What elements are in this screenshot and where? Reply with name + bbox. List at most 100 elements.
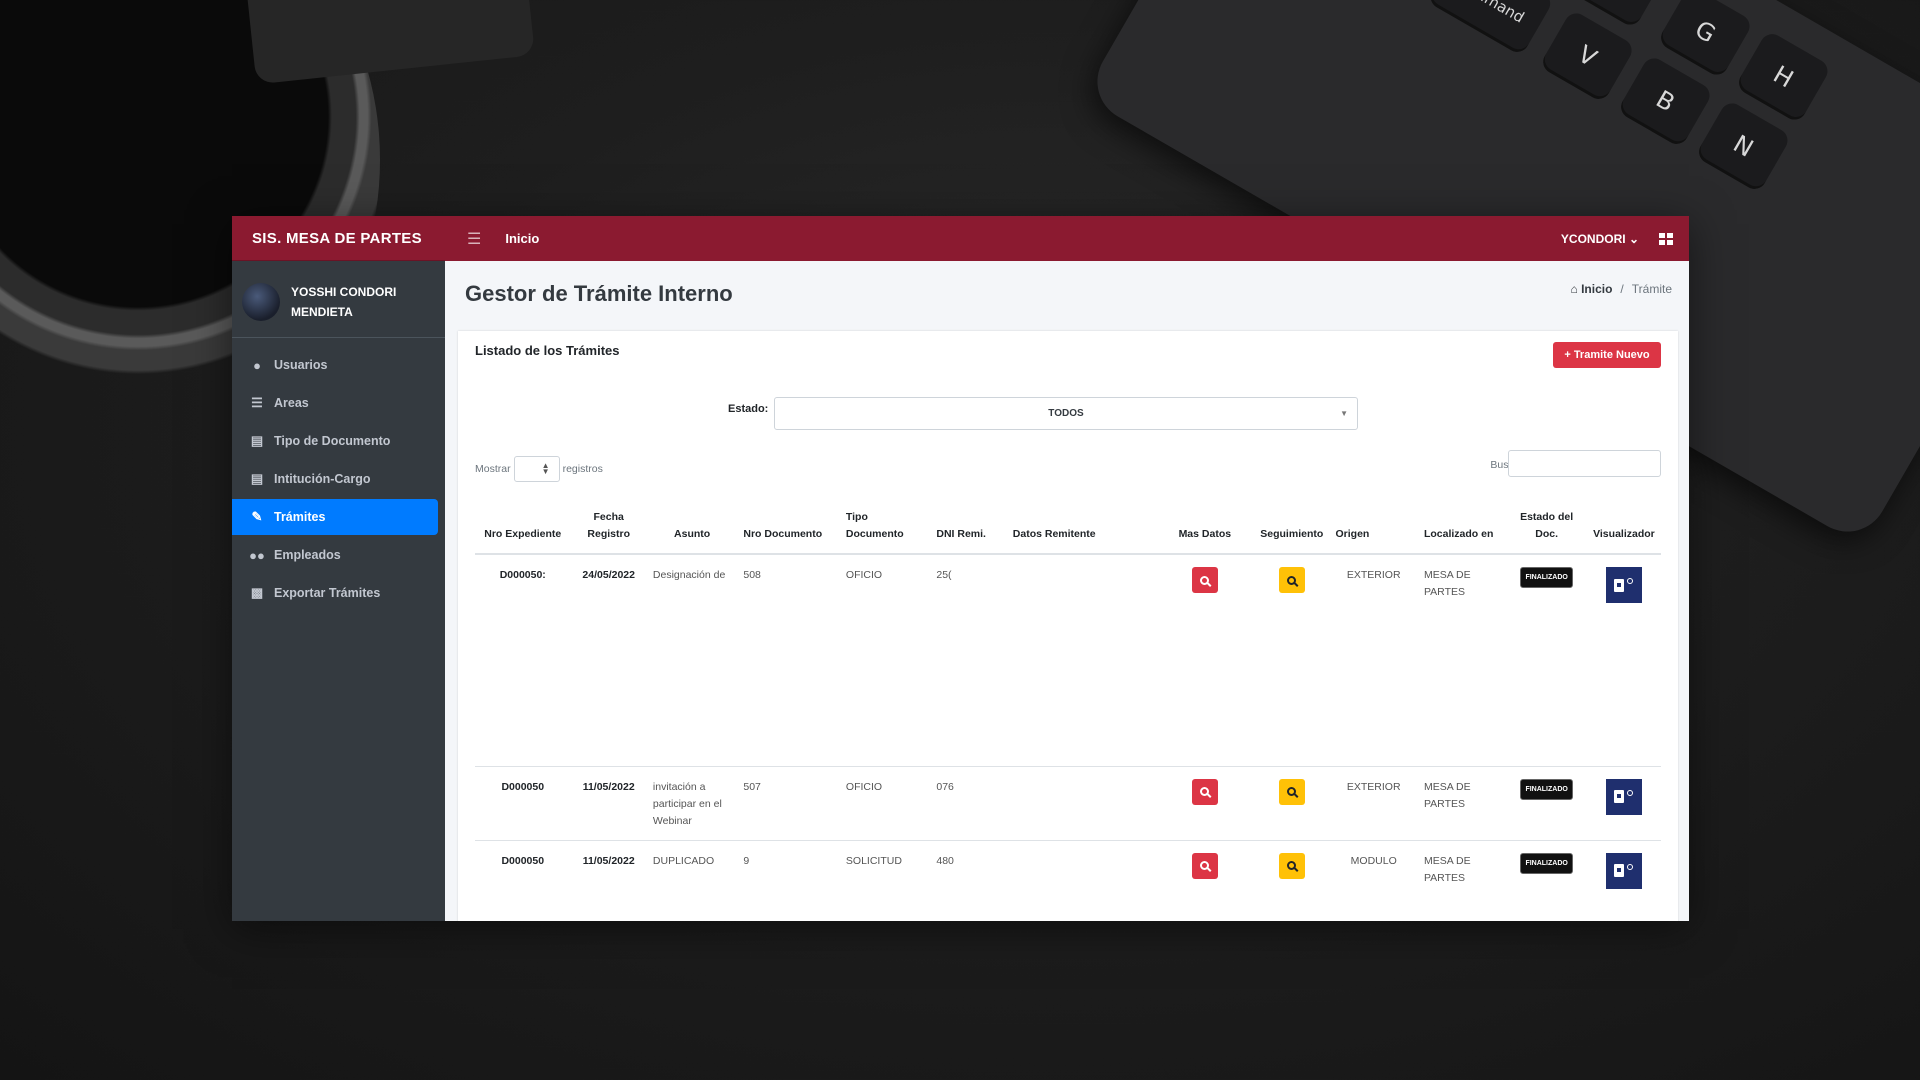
hamburger-menu-icon[interactable]: ☰ [467, 229, 481, 249]
length-control: Mostrar ▲ ▼ registros [475, 456, 603, 482]
document-viewer-icon[interactable] [1605, 567, 1642, 603]
column-header[interactable]: Fecha Registro [570, 496, 647, 555]
cell-localizado: MESA DE PARTES [1417, 839, 1507, 914]
cell-estado: FINALIZADO [1506, 765, 1587, 840]
cell-asunto: DUPLICADO [646, 839, 738, 914]
brand-logo[interactable]: SIS. MESA DE PARTES [232, 216, 445, 261]
cell-localizado: MESA DE PARTES [1417, 765, 1507, 840]
cell-seguimiento [1254, 839, 1330, 914]
sidebar-item-empleados[interactable]: ●● Empleados [232, 537, 438, 573]
cell-estado: FINALIZADO [1506, 553, 1587, 766]
sidebar-item-areas[interactable]: ☰ Areas [232, 385, 438, 421]
cell-fecha: 24/05/2022 [570, 553, 647, 766]
table-row: D000050 11/05/2022 invitación a particip… [475, 765, 1661, 840]
apps-grid-icon[interactable] [1659, 232, 1673, 245]
document-viewer-icon[interactable] [1605, 852, 1642, 889]
cell-visualizador [1586, 553, 1661, 766]
column-header[interactable]: Localizado en [1417, 496, 1507, 555]
cell-estado: FINALIZADO [1506, 839, 1587, 914]
sidebar-item-usuarios[interactable]: ● Usuarios [232, 347, 438, 383]
length-suffix: registros [562, 463, 603, 475]
top-navbar: SIS. MESA DE PARTES ☰ Inicio YCONDORI ⌄ [232, 216, 1689, 261]
status-badge: FINALIZADO [1520, 567, 1573, 588]
table-header-row: Nro Expediente Fecha Registro Asunto Nro… [475, 496, 1661, 555]
cell-origen: MODULO [1329, 839, 1418, 914]
column-header[interactable]: Seguimiento [1254, 496, 1330, 555]
column-header[interactable]: Tipo Documento [839, 496, 931, 555]
mas-datos-button[interactable] [1191, 852, 1218, 879]
estado-select[interactable]: TODOS ▼ [774, 397, 1358, 430]
sidebar-nav: ● Usuarios ☰ Areas ▤ Tipo de Documento ▤ Int… [232, 338, 445, 611]
sidebar-item-label: Areas [274, 396, 309, 410]
column-header[interactable]: Origen [1329, 496, 1418, 555]
keyboard-key: V [1538, 9, 1636, 104]
user-dropdown[interactable]: YCONDORI ⌄ [1561, 232, 1639, 246]
seguimiento-button[interactable] [1278, 567, 1305, 593]
plus-icon: + [1564, 349, 1571, 361]
list-icon: ▤ [250, 471, 264, 486]
status-badge: FINALIZADO [1520, 778, 1573, 800]
sidebar-item-exportar-tramites[interactable]: ▩ Exportar Trámites [232, 575, 438, 611]
user-panel[interactable]: YOSSHI CONDORI MENDIETA [232, 261, 445, 338]
cell-remitente [1006, 765, 1156, 840]
breadcrumb-home-label: Inicio [1581, 282, 1613, 296]
cell-tipo-documento: OFICIO [839, 765, 931, 840]
list-icon: ▤ [250, 433, 264, 448]
length-prefix: Mostrar [475, 463, 511, 475]
search-icon [1200, 861, 1210, 870]
new-tramite-label: Tramite Nuevo [1573, 349, 1650, 361]
estado-label: Estado: [728, 403, 769, 415]
cell-fecha: 11/05/2022 [570, 839, 647, 914]
column-header[interactable]: Nro Expediente [475, 496, 571, 555]
cell-nro-documento: 508 [737, 553, 840, 766]
search-icon [1200, 787, 1210, 796]
sidebar-item-tipo-documento[interactable]: ▤ Tipo de Documento [232, 423, 438, 459]
cell-nro-documento: 507 [737, 765, 840, 840]
column-header[interactable]: Mas Datos [1155, 496, 1255, 555]
document-viewer-icon[interactable] [1605, 778, 1642, 815]
new-tramite-button[interactable]: + Tramite Nuevo [1553, 342, 1661, 368]
cell-localizado: MESA DE PARTES [1417, 553, 1507, 766]
cell-visualizador [1586, 765, 1661, 840]
users-icon: ●● [249, 547, 265, 563]
cell-origen: EXTERIOR [1329, 765, 1418, 840]
sidebar-item-label: Intitución-Cargo [274, 472, 371, 486]
cell-tipo-documento: SOLICITUD [839, 839, 931, 914]
cell-nro-documento: 9 [737, 839, 840, 914]
cell-fecha: 11/05/2022 [570, 765, 647, 840]
cell-seguimiento [1254, 553, 1330, 766]
column-header[interactable]: Nro Documento [737, 496, 840, 555]
status-badge: FINALIZADO [1520, 852, 1573, 874]
cell-origen: EXTERIOR [1329, 553, 1418, 766]
tramites-card: Listado de los Trámites + Tramite Nuevo E… [458, 331, 1678, 921]
column-header[interactable]: Visualizador [1586, 496, 1661, 555]
length-select[interactable]: ▲ ▼ [513, 456, 560, 482]
home-icon: ⌂ [1570, 282, 1578, 296]
seguimiento-button[interactable] [1278, 852, 1305, 879]
cell-dni: 076 [930, 765, 1007, 840]
breadcrumb-home[interactable]: ⌂ Inicio [1570, 282, 1612, 296]
search-icon [1287, 787, 1297, 796]
table-row: D000050 11/05/2022 DUPLICADO 9 SOLICITUD… [475, 839, 1661, 914]
cell-remitente [1006, 553, 1156, 766]
tramites-table: Nro Expediente Fecha Registro Asunto Nro… [475, 496, 1661, 914]
sidebar-item-tramites[interactable]: ✎ Trámites [232, 499, 438, 535]
nav-link-inicio[interactable]: Inicio [505, 231, 539, 246]
mas-datos-button[interactable] [1191, 567, 1218, 593]
caret-down-icon: ▼ [1340, 409, 1348, 418]
mas-datos-button[interactable] [1191, 778, 1218, 805]
cell-visualizador [1586, 839, 1661, 914]
column-header[interactable]: DNI Remi. [930, 496, 1007, 555]
search-input[interactable] [1508, 450, 1661, 477]
column-header[interactable]: Datos Remitente [1006, 496, 1156, 555]
layers-icon: ☰ [251, 395, 263, 410]
column-header[interactable]: Asunto [646, 496, 738, 555]
cell-dni: 25( [930, 553, 1007, 766]
keyboard-key: B [1616, 54, 1714, 149]
sidebar-item-institucion-cargo[interactable]: ▤ Intitución-Cargo [232, 461, 438, 497]
seguimiento-button[interactable] [1278, 778, 1305, 805]
column-header[interactable]: Estado del Doc. [1506, 496, 1587, 555]
sidebar-item-label: Tipo de Documento [274, 434, 391, 448]
sidebar-item-label: Empleados [274, 548, 341, 562]
estado-select-value: TODOS [1048, 408, 1084, 419]
